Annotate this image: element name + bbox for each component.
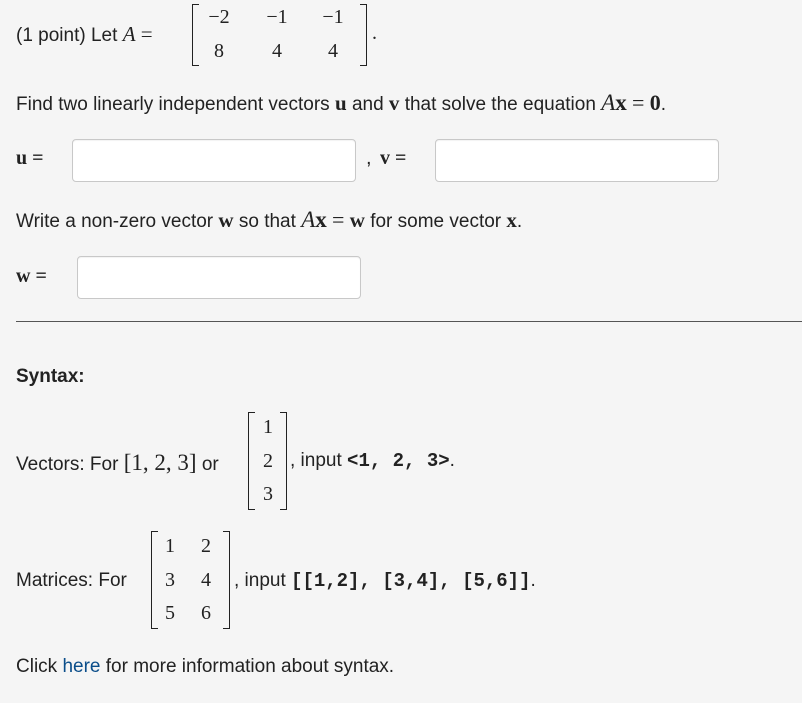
part1-period: . [660,94,667,115]
matrix-a-symbol: A [301,207,316,232]
matrix-a-cell: −1 [322,6,344,28]
vector-x-symbol: x [506,208,517,232]
matrix-name: A [122,22,136,46]
matrix-example: 1 2 3 4 5 6 [151,531,233,629]
vector-w-symbol: w [349,208,365,232]
matrices-end: . [530,570,536,591]
vectors-end: . [449,450,455,471]
part2-text-a: Write a non-zero vector [16,211,214,232]
vectors-input-label: , input [290,450,342,471]
matrix-a-symbol: A [601,90,616,115]
problem-intro: (1 point) Let A = [16,22,153,47]
u-answer-input[interactable] [72,139,356,182]
vectors-or: or [201,454,219,475]
part1-text-a: Find two linearly independent vectors [16,94,330,115]
w-label: w = [16,265,47,287]
left-bracket [192,4,199,66]
vector-w-symbol: w [218,208,234,232]
matrix-example-cell: 2 [201,535,211,557]
matrix-example-cell: 3 [165,569,175,591]
matrix-a-cell: 4 [272,40,282,62]
matrices-syntax-suffix: , input [[1,2], [3,4], [5,6]]. [234,570,536,592]
matrices-code: [[1,2], [3,4], [5,6]] [291,570,531,592]
matrix-a-cell: −2 [208,6,230,28]
matrices-prefix: Matrices: For [16,570,127,591]
more-info-text: for more information about syntax. [105,656,395,677]
vectors-prefix: Vectors: For [16,454,119,475]
equals-sign: = [632,90,645,115]
part1-text-b: that solve the equation [404,94,596,115]
problem-period: . [372,22,377,44]
vector-u-symbol: u [334,91,347,115]
v-answer-input[interactable] [435,139,719,182]
matrix-a-cell: 4 [328,40,338,62]
matrix-example-cell: 1 [165,535,175,557]
divider [16,321,802,322]
w-answer-input[interactable] [77,256,361,299]
vector-x-symbol: x [315,207,327,232]
vector-cell: 2 [263,450,273,472]
part1-instruction: Find two linearly independent vectors u … [16,90,666,116]
click-text: Click [16,656,58,677]
equals-sign: = [332,207,345,232]
matrix-a-cell: −1 [266,6,288,28]
part2-instruction: Write a non-zero vector w so that Ax = w… [16,207,522,233]
part2-text-b: so that [238,211,296,232]
vector-cell: 1 [263,416,273,438]
vector-row-example: [1, 2, 3] [123,450,197,475]
matrix-example-cell: 5 [165,602,175,624]
zero-vector-symbol: 0 [649,90,661,115]
vector-cell: 3 [263,483,273,505]
vector-v-symbol: v [388,91,400,115]
matrices-input-label: , input [234,570,286,591]
syntax-help-link[interactable]: here [62,656,100,677]
vectors-syntax-prefix: Vectors: For [1, 2, 3] or [16,450,219,476]
matrix-a-cell: 8 [214,40,224,62]
syntax-heading: Syntax: [16,366,85,387]
matrix-example-cell: 6 [201,602,211,624]
part2-text-c: for some vector [370,211,502,232]
points-label: (1 point) Let [16,25,118,46]
matrix-a: −2 −1 −1 8 4 4 [192,2,372,66]
v-label: v = [380,147,407,169]
equals-sign: = [140,22,153,46]
part1-and: and [351,94,384,115]
u-label: u = [16,147,44,169]
right-bracket [360,4,367,66]
vectors-syntax-suffix: , input <1, 2, 3>. [290,450,455,472]
vector-column-example: 1 2 3 [248,412,290,510]
matrix-example-cell: 4 [201,569,211,591]
syntax-help-line: Click here for more information about sy… [16,656,394,678]
right-bracket [223,531,230,629]
vector-x-symbol: x [615,90,627,115]
part2-period: . [516,211,523,232]
vectors-code: <1, 2, 3> [347,450,450,472]
answer-separator: , [366,147,372,169]
